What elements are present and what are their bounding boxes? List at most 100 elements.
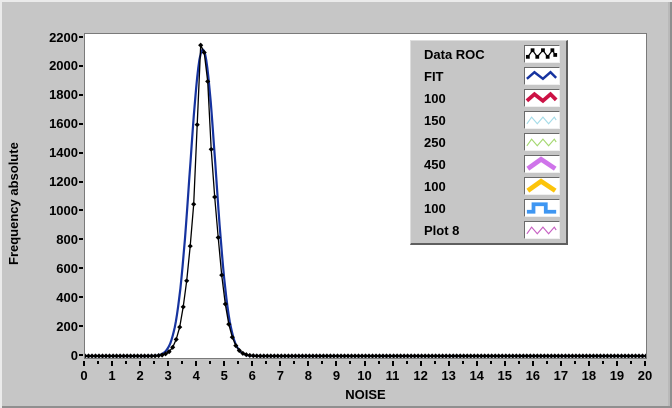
x-tick-label: 18 bbox=[581, 368, 597, 383]
legend-item-fit[interactable]: FIT bbox=[411, 65, 566, 87]
legend-swatch[interactable] bbox=[524, 133, 560, 151]
legend-swatch[interactable] bbox=[524, 111, 560, 129]
x-tick-mark bbox=[615, 361, 618, 366]
y-tick-mark bbox=[79, 151, 83, 154]
x-tick-mark bbox=[335, 361, 338, 366]
x-tick-label: 6 bbox=[248, 368, 256, 383]
x-minor-tick-mark bbox=[209, 361, 212, 364]
x-tick-mark bbox=[391, 361, 394, 366]
y-tick-mark bbox=[79, 354, 83, 356]
x-minor-tick-mark bbox=[461, 361, 464, 364]
x-minor-tick-mark bbox=[545, 361, 548, 364]
x-minor-tick-mark bbox=[125, 361, 128, 364]
legend-label: 100 bbox=[424, 90, 446, 106]
y-tick-label: 1000 bbox=[49, 202, 78, 218]
x-minor-tick-mark bbox=[237, 361, 240, 364]
legend-swatch[interactable] bbox=[524, 199, 560, 217]
x-minor-tick-mark bbox=[377, 361, 380, 364]
x-minor-tick-mark bbox=[97, 361, 100, 364]
x-tick-mark bbox=[83, 361, 85, 366]
x-tick-mark bbox=[503, 361, 506, 366]
y-tick-mark bbox=[79, 209, 83, 212]
x-tick-label: 7 bbox=[276, 368, 284, 383]
legend-label: FIT bbox=[424, 68, 444, 84]
y-axis-title: Frequency absolute bbox=[6, 142, 21, 266]
y-tick-label: 1200 bbox=[49, 174, 78, 190]
x-tick-mark bbox=[447, 361, 450, 366]
x-minor-tick-mark bbox=[181, 361, 184, 364]
legend-label: 450 bbox=[424, 156, 446, 172]
y-tick-label: 2200 bbox=[49, 29, 78, 45]
legend-label: Plot 8 bbox=[424, 222, 460, 238]
x-minor-tick-mark bbox=[153, 361, 156, 364]
x-tick-label: 15 bbox=[497, 368, 512, 383]
x-tick-label: 17 bbox=[553, 368, 569, 383]
legend-swatch[interactable] bbox=[524, 89, 560, 107]
x-tick-mark bbox=[195, 361, 198, 366]
y-tick-label: 600 bbox=[56, 260, 78, 276]
x-tick-label: 19 bbox=[609, 368, 625, 383]
x-minor-tick-mark bbox=[349, 361, 352, 364]
x-tick-label: 9 bbox=[332, 368, 341, 383]
legend-item-250[interactable]: 250 bbox=[411, 131, 566, 153]
legend-item-150[interactable]: 150 bbox=[411, 109, 566, 131]
x-tick-mark bbox=[475, 361, 478, 366]
x-tick-label: 8 bbox=[304, 368, 312, 383]
plot-legend: Data ROC FIT 100 150 250 450 100 100 Plot 8 bbox=[410, 40, 568, 245]
y-tick-mark bbox=[79, 122, 83, 125]
legend-label: 250 bbox=[424, 134, 446, 150]
legend-item-100[interactable]: 100 bbox=[411, 87, 566, 109]
legend-swatch[interactable] bbox=[524, 155, 560, 173]
y-tick-mark bbox=[79, 238, 83, 241]
x-tick-mark bbox=[167, 361, 170, 366]
x-minor-tick-mark bbox=[573, 361, 576, 364]
legend-label: 100 bbox=[424, 200, 446, 216]
y-tick-label: 1800 bbox=[49, 87, 78, 103]
x-minor-tick-mark bbox=[601, 361, 604, 364]
x-tick-mark bbox=[279, 361, 282, 366]
x-tick-label: 4 bbox=[192, 368, 200, 383]
x-minor-tick-mark bbox=[433, 361, 436, 364]
x-minor-tick-mark bbox=[629, 361, 632, 364]
y-tick-label: 1400 bbox=[49, 145, 78, 161]
x-minor-tick-mark bbox=[489, 361, 492, 364]
legend-item-100[interactable]: 100 bbox=[411, 175, 566, 197]
x-tick-mark bbox=[531, 361, 534, 366]
x-tick-mark bbox=[111, 361, 114, 366]
x-tick-label: 10 bbox=[357, 368, 372, 383]
y-tick-mark bbox=[79, 93, 83, 96]
x-tick-mark bbox=[251, 361, 254, 366]
y-tick-mark bbox=[79, 296, 83, 299]
legend-swatch[interactable] bbox=[524, 221, 560, 239]
y-tick-label: 1600 bbox=[49, 116, 78, 132]
y-tick-label: 0 bbox=[70, 347, 78, 363]
y-tick-label: 2000 bbox=[49, 58, 78, 74]
x-tick-mark bbox=[644, 361, 646, 366]
chart-window: 0 200 400 600 800 1000 1200 1400 1600 1800 2000 220… bbox=[0, 0, 672, 408]
legend-item-100[interactable]: 100 bbox=[411, 197, 566, 219]
legend-label: 150 bbox=[424, 112, 446, 128]
legend-swatch[interactable] bbox=[524, 177, 560, 195]
legend-swatch[interactable] bbox=[524, 45, 560, 63]
y-tick-mark bbox=[79, 36, 83, 38]
y-tick-mark bbox=[79, 325, 83, 328]
x-tick-label: 1 bbox=[108, 368, 116, 383]
x-tick-label: 11 bbox=[385, 368, 400, 383]
legend-label: Data ROC bbox=[424, 46, 485, 62]
legend-swatch[interactable] bbox=[524, 67, 560, 85]
x-tick-label: 13 bbox=[441, 368, 456, 383]
x-tick-label: 16 bbox=[525, 368, 541, 383]
legend-item-plot-8[interactable]: Plot 8 bbox=[411, 219, 566, 241]
legend-item-450[interactable]: 450 bbox=[411, 153, 566, 175]
x-minor-tick-mark bbox=[517, 361, 520, 364]
x-tick-mark bbox=[587, 361, 590, 366]
x-tick-label: 14 bbox=[469, 368, 484, 383]
y-tick-mark bbox=[79, 64, 83, 67]
x-tick-label: 5 bbox=[220, 368, 228, 383]
x-tick-mark bbox=[139, 361, 142, 366]
legend-item-data-roc[interactable]: Data ROC bbox=[411, 43, 566, 65]
x-tick-label: 3 bbox=[164, 368, 172, 383]
x-tick-mark bbox=[307, 361, 310, 366]
x-minor-tick-mark bbox=[265, 361, 268, 364]
x-tick-mark bbox=[363, 361, 366, 366]
